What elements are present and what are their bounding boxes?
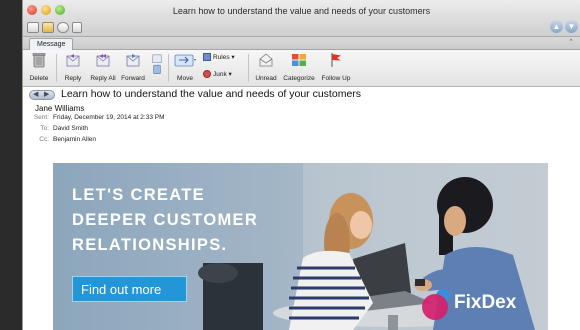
sent-row: Sent: Friday, December 19, 2014 at 2:33 P… bbox=[23, 114, 165, 121]
message-body: LET'S CREATE DEEPER CUSTOMER RELATIONSHI… bbox=[23, 149, 580, 330]
rules-label: Rules bbox=[213, 54, 230, 61]
cc-row: Cc: Benjamin Allen bbox=[23, 136, 96, 143]
message-sender[interactable]: Jane Williams bbox=[35, 104, 84, 113]
junk-label: Junk bbox=[213, 71, 227, 78]
message-nav-arrows[interactable]: ◀ ▶ bbox=[29, 90, 55, 100]
collapse-ribbon-icon[interactable]: ⌃ bbox=[568, 38, 574, 46]
fixdex-logo-icon bbox=[422, 289, 450, 320]
cc-value[interactable]: Benjamin Allen bbox=[53, 136, 96, 143]
unread-envelope-icon bbox=[259, 53, 273, 67]
undo-icon[interactable] bbox=[57, 22, 69, 33]
to-value[interactable]: David Smith bbox=[53, 125, 88, 132]
forward-button[interactable]: Forward bbox=[120, 52, 146, 82]
ribbon-tab-row: Message ⌃ bbox=[23, 37, 580, 50]
arrow-left-icon[interactable]: ◀ bbox=[33, 90, 38, 98]
find-out-more-button[interactable]: Find out more bbox=[72, 276, 187, 302]
follow-up-button[interactable]: Follow Up bbox=[320, 52, 352, 82]
ribbon-divider bbox=[168, 54, 169, 82]
unread-label: Unread bbox=[255, 75, 277, 82]
meeting-button[interactable] bbox=[149, 52, 165, 85]
unread-button[interactable]: Unread bbox=[254, 52, 278, 82]
move-folder-icon bbox=[174, 54, 196, 67]
delete-button[interactable]: Delete bbox=[27, 52, 51, 82]
mail-window: Learn how to understand the value and ne… bbox=[22, 0, 580, 330]
reply-all-button[interactable]: Reply All bbox=[89, 52, 117, 82]
reply-all-label: Reply All bbox=[90, 75, 116, 82]
attachment-meeting-icon bbox=[152, 54, 162, 75]
junk-button[interactable]: Junk ▾ bbox=[203, 70, 232, 79]
promo-banner: LET'S CREATE DEEPER CUSTOMER RELATIONSHI… bbox=[53, 163, 548, 330]
brand-name: FixDex bbox=[454, 292, 517, 313]
follow-up-label: Follow Up bbox=[321, 75, 351, 82]
categorize-label: Categorize bbox=[283, 75, 315, 82]
trash-icon bbox=[32, 53, 46, 68]
tab-message[interactable]: Message bbox=[29, 38, 74, 50]
categorize-button[interactable]: Categorize bbox=[282, 52, 316, 82]
arrow-right-icon[interactable]: ▶ bbox=[44, 90, 49, 98]
sent-label: Sent: bbox=[33, 114, 49, 121]
banner-headline: LET'S CREATE DEEPER CUSTOMER RELATIONSHI… bbox=[72, 183, 258, 258]
categorize-icon bbox=[292, 54, 306, 66]
ribbon-divider bbox=[56, 54, 57, 82]
ribbon-toolbar: Delete Reply Reply All Forward Move Rule… bbox=[23, 50, 580, 87]
previous-message-button[interactable]: ▲ bbox=[550, 20, 563, 33]
chevron-down-icon: ▾ bbox=[229, 54, 235, 61]
cc-label: Cc: bbox=[39, 136, 49, 143]
ribbon-divider bbox=[248, 54, 249, 82]
reply-label: Reply bbox=[64, 75, 82, 82]
folder-icon[interactable] bbox=[42, 22, 54, 33]
reply-button[interactable]: Reply bbox=[61, 52, 85, 82]
junk-icon bbox=[203, 70, 211, 79]
message-subject: Learn how to understand the value and ne… bbox=[61, 88, 362, 100]
next-message-button[interactable]: ▼ bbox=[565, 20, 578, 33]
flag-icon bbox=[331, 53, 341, 67]
print-icon[interactable] bbox=[27, 22, 39, 33]
to-row: To: David Smith bbox=[23, 125, 88, 132]
title-bar: Learn how to understand the value and ne… bbox=[23, 0, 580, 37]
forward-label: Forward bbox=[121, 75, 145, 82]
sent-value: Friday, December 19, 2014 at 2:33 PM bbox=[53, 114, 165, 121]
message-header: ◀ ▶ Learn how to understand the value an… bbox=[23, 87, 580, 149]
reply-icon bbox=[66, 54, 80, 67]
delete-label: Delete bbox=[29, 75, 49, 82]
headline-line-1: LET'S CREATE bbox=[72, 186, 205, 204]
forward-icon bbox=[126, 54, 140, 67]
headline-line-2: DEEPER CUSTOMER bbox=[72, 211, 259, 229]
reply-all-icon bbox=[96, 54, 110, 67]
to-label: To: bbox=[40, 125, 49, 132]
window-title: Learn how to understand the value and ne… bbox=[172, 6, 431, 16]
chevron-down-icon: ▾ bbox=[226, 71, 232, 78]
document-icon[interactable] bbox=[72, 22, 82, 33]
rules-button[interactable]: Rules ▾ bbox=[203, 53, 235, 62]
headline-line-3: RELATIONSHIPS. bbox=[72, 236, 228, 254]
move-label: Move bbox=[177, 75, 193, 82]
move-button[interactable]: Move bbox=[172, 52, 198, 82]
rules-icon bbox=[203, 53, 211, 62]
